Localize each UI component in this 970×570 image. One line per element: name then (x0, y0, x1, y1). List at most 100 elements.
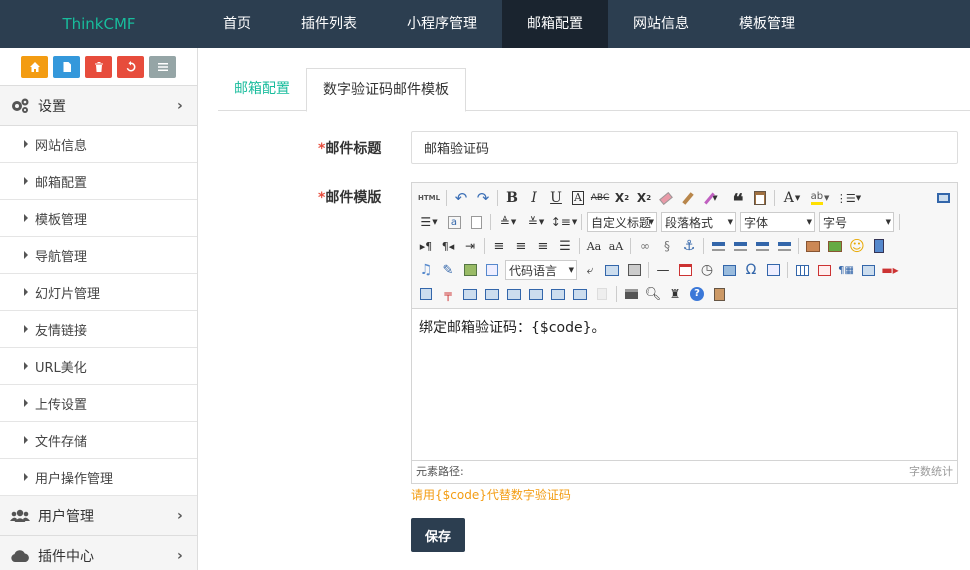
redo-button[interactable]: ↷ (472, 187, 494, 209)
tab-email-config[interactable]: 邮箱配置 (218, 68, 306, 111)
email-title-input[interactable] (411, 131, 958, 164)
menu-settings[interactable]: 设置 › (0, 86, 197, 126)
menu-plugins[interactable]: 插件中心 › (0, 536, 197, 570)
underline-button[interactable]: U (545, 187, 567, 209)
delete-row-icon[interactable]: ▬▸ (879, 259, 901, 281)
editor-content-area[interactable]: 绑定邮箱验证码：{$code}。 (412, 309, 957, 460)
sidebar-item-upload[interactable]: 上传设置 (0, 385, 197, 422)
direction-ltr-icon[interactable]: ▸¶ (415, 235, 437, 257)
blockquote-icon[interactable]: ❝ (727, 187, 749, 212)
direction-rtl-icon[interactable]: ¶◂ (437, 235, 459, 257)
image-left-icon[interactable] (729, 235, 751, 257)
align-justify-icon[interactable]: ☰ (554, 235, 576, 257)
insert-anchor-text-icon[interactable]: a (443, 211, 465, 233)
nav-site-info[interactable]: 网站信息 (608, 0, 714, 48)
italic-button[interactable]: I (523, 187, 545, 209)
delete-col-icon[interactable]: ╤ (437, 283, 459, 305)
insert-col-icon[interactable] (415, 283, 437, 305)
line-height-button[interactable]: ↕≡ ▼ (550, 211, 578, 233)
horizontal-rule-icon[interactable]: — (652, 259, 674, 281)
split-to-rows-icon[interactable] (547, 283, 569, 305)
map-icon[interactable] (459, 259, 481, 281)
nav-home[interactable]: 首页 (198, 0, 276, 48)
insert-table-icon[interactable] (791, 259, 813, 281)
word-image-icon[interactable] (762, 259, 784, 281)
font-color-button[interactable]: A ▼ (778, 187, 806, 209)
custom-title-select[interactable]: 自定义标题 ▼ (587, 212, 657, 232)
sidebar-item-email-config[interactable]: 邮箱配置 (0, 163, 197, 200)
nav-miniprogram[interactable]: 小程序管理 (382, 0, 502, 48)
superscript-button[interactable]: X2 (611, 187, 633, 209)
page-break-icon[interactable]: ⤶ (579, 259, 601, 281)
nav-email-config[interactable]: 邮箱配置 (502, 0, 608, 48)
highlight-color-button[interactable]: ab ▼ (806, 187, 834, 209)
recycle-shortcut-button[interactable] (117, 55, 144, 78)
help-icon[interactable]: ? (686, 283, 708, 305)
nav-plugin-list[interactable]: 插件列表 (276, 0, 382, 48)
insert-paragraph-before-table-icon[interactable]: ¶▦ (835, 259, 857, 281)
paragraph-format-select[interactable]: 段落格式 ▼ (661, 212, 736, 232)
preview-icon[interactable]: 🔍︎ (642, 283, 664, 305)
magic-wand-icon[interactable]: ▼ (699, 187, 727, 209)
subscript-button[interactable]: X2 (633, 187, 655, 209)
image-none-icon[interactable] (707, 235, 729, 257)
eraser-icon[interactable] (655, 187, 677, 209)
save-button[interactable]: 保存 (411, 518, 465, 552)
menu-users[interactable]: 用户管理 › (0, 496, 197, 536)
page-icon[interactable] (465, 211, 487, 233)
align-left-icon[interactable]: ≡ (488, 235, 510, 257)
to-uppercase-icon[interactable]: Aa (583, 235, 605, 257)
html-source-button[interactable]: HTML (415, 187, 443, 209)
delete-table-icon[interactable] (813, 259, 835, 281)
trash-shortcut-button[interactable] (85, 55, 112, 78)
merge-cells-icon[interactable] (459, 283, 481, 305)
music-icon[interactable]: ♫ (415, 259, 437, 281)
image-right-icon[interactable] (751, 235, 773, 257)
insert-row-icon[interactable] (857, 259, 879, 281)
to-lowercase-icon[interactable]: aA (605, 235, 627, 257)
sidebar-item-slides[interactable]: 幻灯片管理 (0, 274, 197, 311)
row-spacing-bottom-button[interactable]: ≚ ▼ (522, 211, 550, 233)
sidebar-item-nav-manage[interactable]: 导航管理 (0, 237, 197, 274)
emotion-icon[interactable]: ☺ (846, 235, 868, 257)
indent-icon[interactable]: ⇥ (459, 235, 481, 257)
snapscreen-icon[interactable] (718, 259, 740, 281)
font-border-button[interactable]: A (567, 187, 589, 209)
undo-button[interactable]: ↶ (450, 187, 472, 209)
brand-logo[interactable]: ThinkCMF (0, 0, 198, 48)
code-language-select[interactable]: 代码语言 ▼ (505, 260, 577, 280)
strikethrough-button[interactable]: ABC (589, 187, 611, 209)
home-shortcut-button[interactable] (21, 55, 48, 78)
tab-code-template[interactable]: 数字验证码邮件模板 (306, 68, 466, 112)
sidebar-item-template-manage[interactable]: 模板管理 (0, 200, 197, 237)
attachment-icon[interactable]: ✎ (437, 259, 459, 281)
insert-image-icon[interactable] (824, 235, 846, 257)
drafts-icon[interactable] (708, 283, 730, 305)
simple-upload-icon[interactable] (802, 235, 824, 257)
preview-monitor-icon[interactable] (932, 187, 954, 209)
file-shortcut-button[interactable] (53, 55, 80, 78)
unlink-icon[interactable]: § (656, 235, 678, 257)
font-family-select[interactable]: 字体 ▼ (740, 212, 815, 232)
image-center-icon[interactable] (773, 235, 795, 257)
link-icon[interactable]: ∞ (634, 235, 656, 257)
insert-video-icon[interactable] (868, 235, 890, 257)
sidebar-item-user-actions[interactable]: 用户操作管理 (0, 459, 197, 496)
list-shortcut-button[interactable] (149, 55, 176, 78)
ordered-list-button[interactable]: ⋮☰ ▼ (834, 187, 862, 209)
font-size-select[interactable]: 字号 ▼ (819, 212, 894, 232)
anchor-icon[interactable]: ⚓ (678, 235, 700, 257)
nav-template-manage[interactable]: 模板管理 (714, 0, 820, 48)
align-center-icon[interactable]: ≡ (510, 235, 532, 257)
format-brush-icon[interactable] (677, 187, 699, 209)
sidebar-item-url-rewrite[interactable]: URL美化 (0, 348, 197, 385)
align-right-icon[interactable]: ≡ (532, 235, 554, 257)
date-icon[interactable] (674, 259, 696, 281)
row-spacing-top-button[interactable]: ≜ ▼ (494, 211, 522, 233)
search-replace-icon[interactable]: ♜ (664, 283, 686, 305)
sidebar-item-site-info[interactable]: 网站信息 (0, 126, 197, 163)
unordered-list-button[interactable]: ☰ ▼ (415, 211, 443, 233)
background-icon[interactable] (623, 259, 645, 281)
time-icon[interactable]: ◷ (696, 259, 718, 281)
print-icon[interactable] (620, 283, 642, 305)
